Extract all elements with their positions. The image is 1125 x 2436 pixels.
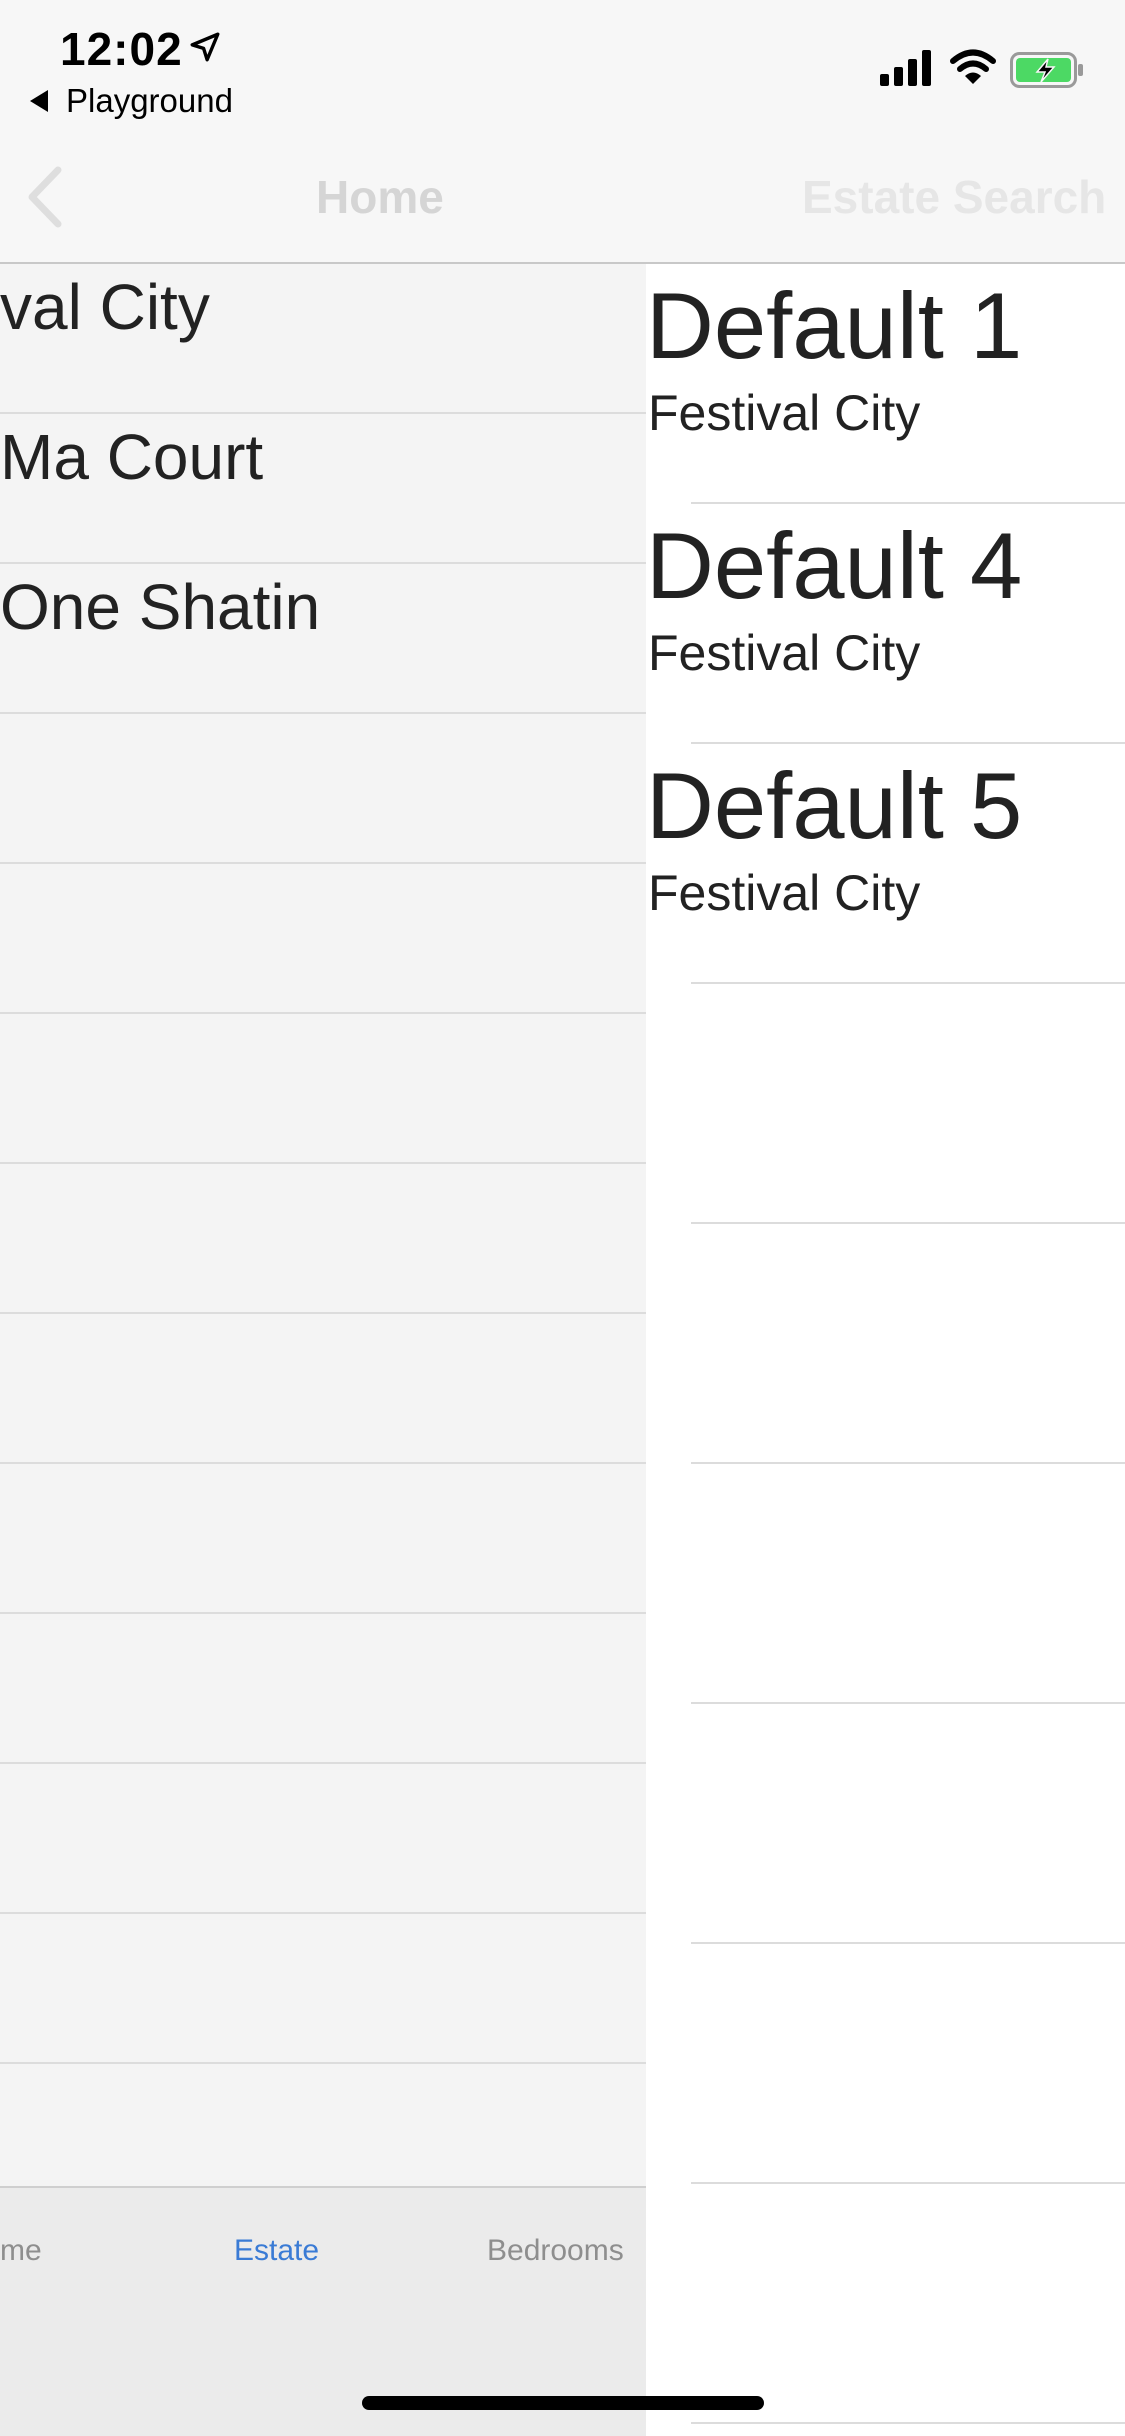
result-subtitle: Festival City bbox=[648, 385, 921, 441]
result-title: Default 1 bbox=[646, 273, 1023, 378]
chevron-left-icon[interactable] bbox=[22, 164, 66, 230]
list-item[interactable] bbox=[0, 1914, 646, 2064]
nav-next-title: Estate Search bbox=[802, 171, 1107, 223]
cellular-signal-icon bbox=[880, 50, 931, 86]
result-title: Default 4 bbox=[646, 513, 1023, 618]
list-item-label: Ma Court bbox=[0, 421, 264, 493]
back-app-label: Playground bbox=[66, 82, 233, 119]
list-item[interactable] bbox=[0, 1464, 646, 1614]
list-item[interactable] bbox=[0, 1764, 646, 1914]
result-row[interactable]: Default 4 Festival City bbox=[646, 504, 1125, 744]
battery-charging-icon bbox=[1010, 52, 1083, 88]
nav-title: Home bbox=[316, 171, 444, 223]
result-row[interactable] bbox=[646, 1224, 1125, 1464]
result-row[interactable]: Default 1 Festival City bbox=[646, 264, 1125, 504]
status-time: 12:02 bbox=[60, 23, 183, 75]
location-arrow-icon bbox=[190, 32, 220, 62]
back-triangle-icon bbox=[30, 90, 48, 112]
result-row[interactable] bbox=[646, 1944, 1125, 2184]
tab-estate[interactable]: Estate bbox=[234, 2234, 319, 2268]
estate-search-results: Default 1 Festival City Default 4 Festiv… bbox=[646, 264, 1125, 2436]
estate-list-previous: val City Ma Court One Shatin bbox=[0, 264, 646, 2436]
list-item[interactable] bbox=[0, 1614, 646, 1764]
navigation-bar: Home Estate Search bbox=[0, 130, 1125, 264]
result-row[interactable] bbox=[646, 984, 1125, 1224]
result-subtitle: Festival City bbox=[648, 625, 921, 681]
result-row[interactable] bbox=[646, 2184, 1125, 2424]
list-item[interactable] bbox=[0, 1164, 646, 1314]
back-to-app-link[interactable]: Playground bbox=[30, 82, 233, 120]
list-item[interactable] bbox=[0, 714, 646, 864]
result-row[interactable] bbox=[646, 1464, 1125, 1704]
list-item-label: One Shatin bbox=[0, 571, 321, 643]
status-bar: 12:02 Playground bbox=[0, 0, 1125, 130]
wifi-icon bbox=[950, 49, 996, 84]
result-row[interactable] bbox=[646, 1704, 1125, 1944]
list-item[interactable]: Ma Court bbox=[0, 414, 646, 564]
list-item[interactable]: One Shatin bbox=[0, 564, 646, 714]
result-title: Default 5 bbox=[646, 753, 1023, 858]
row-divider bbox=[691, 2422, 1125, 2424]
tab-home[interactable]: me bbox=[0, 2234, 42, 2268]
result-subtitle: Festival City bbox=[648, 865, 921, 921]
list-item[interactable] bbox=[0, 1014, 646, 1164]
list-item-label: val City bbox=[0, 271, 210, 343]
list-item[interactable] bbox=[0, 1314, 646, 1464]
list-item[interactable] bbox=[0, 864, 646, 1014]
list-item[interactable]: val City bbox=[0, 264, 646, 414]
result-row[interactable]: Default 5 Festival City bbox=[646, 744, 1125, 984]
home-indicator[interactable] bbox=[362, 2396, 764, 2410]
tab-bedrooms[interactable]: Bedrooms bbox=[487, 2234, 624, 2268]
